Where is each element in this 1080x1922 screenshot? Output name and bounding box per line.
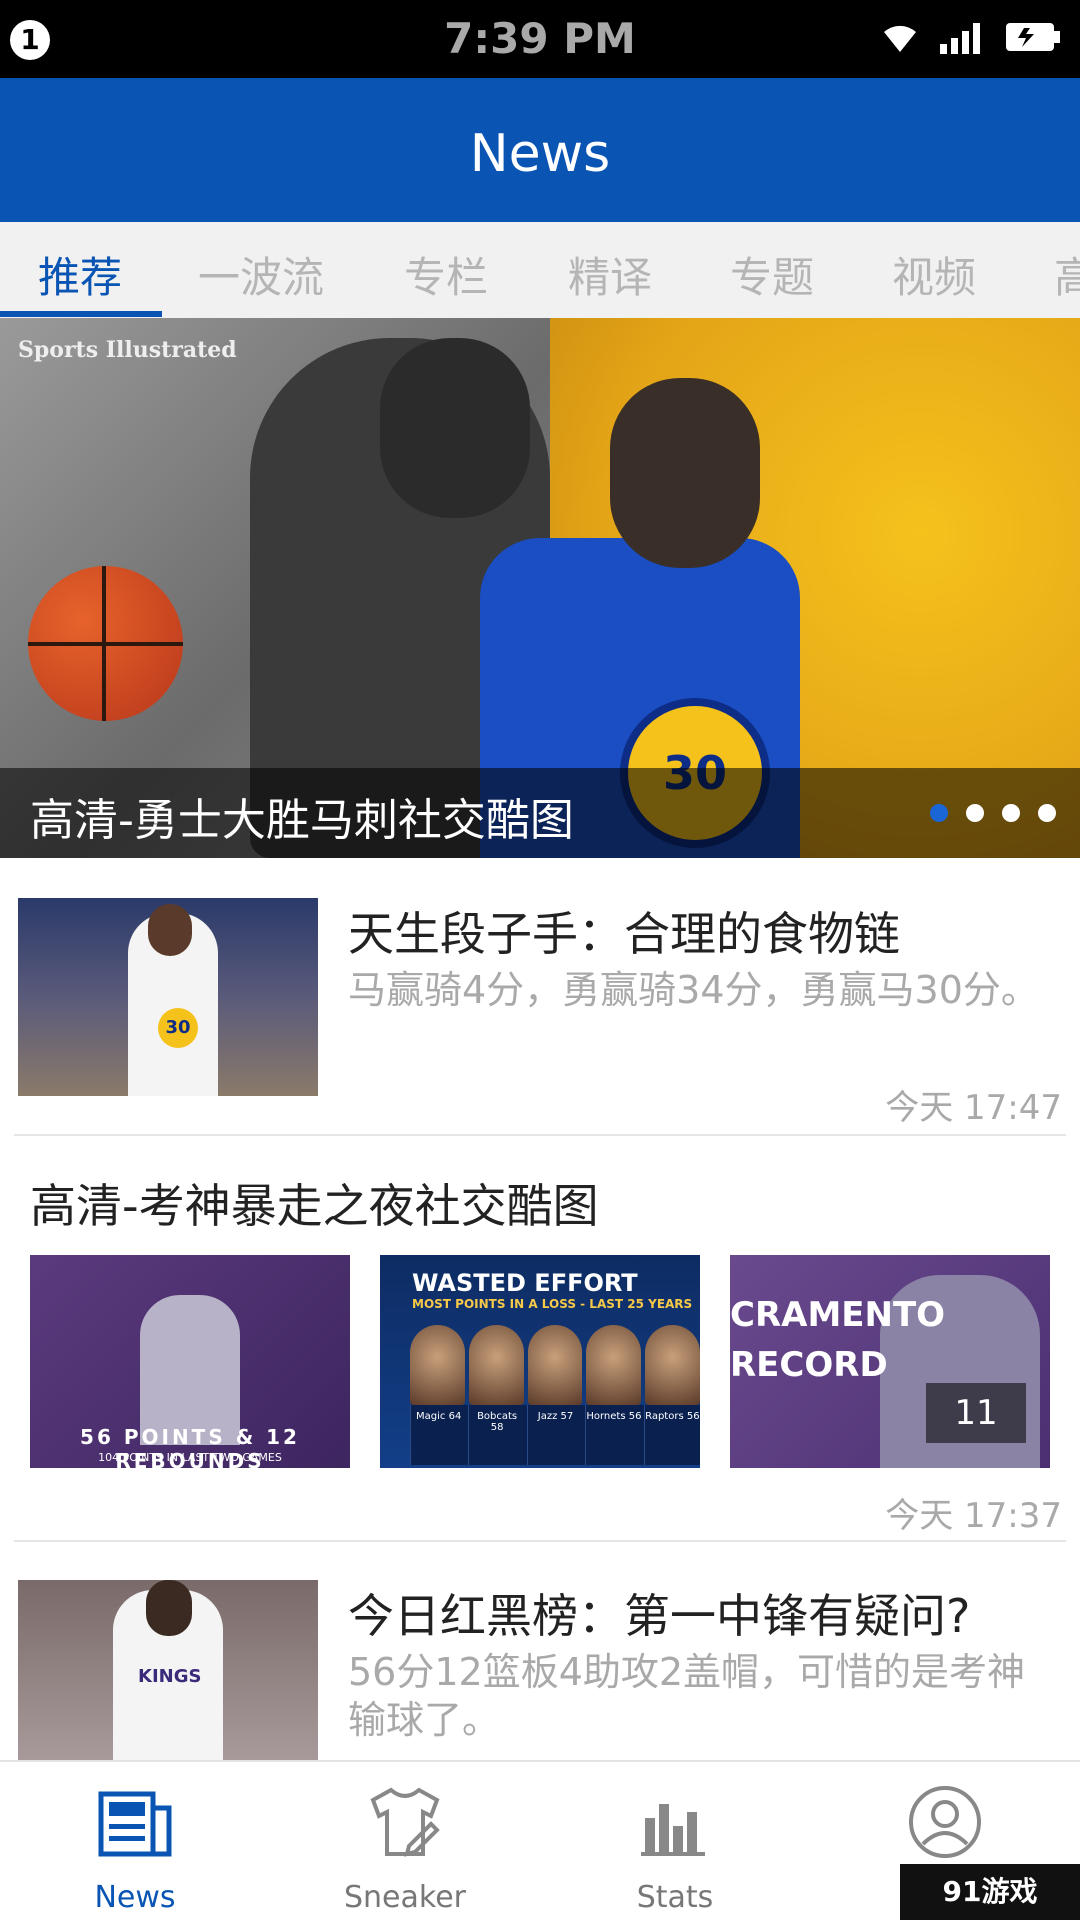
gallery-image[interactable]: WASTED EFFORT MOST POINTS IN A LOSS - LA… xyxy=(380,1255,700,1468)
team-logo: KINGS xyxy=(138,1666,202,1687)
gallery-time: 今天 17:37 xyxy=(885,1496,1062,1536)
tshirt-icon xyxy=(365,1782,445,1862)
bar-chart-icon xyxy=(635,1782,715,1862)
divider xyxy=(14,1540,1066,1542)
page-title: News xyxy=(469,124,611,184)
article-time: 今天 17:47 xyxy=(885,1088,1062,1128)
nav-stats[interactable]: Stats xyxy=(540,1762,810,1922)
nav-sneaker-label: Sneaker xyxy=(344,1880,466,1915)
wifi-icon xyxy=(880,20,920,58)
active-tab-indicator xyxy=(0,311,162,317)
carousel-dot[interactable] xyxy=(966,804,984,822)
gallery-image[interactable]: 56 POINTS & 12 REBOUNDS 104 POINTS IN LA… xyxy=(30,1255,350,1468)
nav-news[interactable]: News xyxy=(0,1762,270,1922)
tab-video[interactable]: 视频 xyxy=(892,244,976,305)
tab-recommended[interactable]: 推荐 xyxy=(38,244,122,305)
hero-carousel[interactable]: Sports Illustrated 30 高清-勇士大胜马刺社交酷图 xyxy=(0,318,1080,858)
user-icon xyxy=(905,1782,985,1862)
article-snippet: 56分12篮板4助攻2盖帽，可惜的是考神输球了。 xyxy=(348,1650,1026,1742)
carousel-dot[interactable] xyxy=(930,804,948,822)
carousel-dot[interactable] xyxy=(1038,804,1056,822)
battery-icon xyxy=(1004,20,1062,58)
gallery-title: 高清-考神暴走之夜社交酷图 xyxy=(30,1179,599,1233)
image-count-badge: 11 xyxy=(926,1383,1026,1443)
divider xyxy=(14,1134,1066,1136)
status-icons xyxy=(880,16,1062,62)
tab-more[interactable]: 高 xyxy=(1054,244,1080,305)
article-thumbnail: 30 xyxy=(18,898,318,1096)
article-headline: 今日红黑榜：第一中锋有疑问? xyxy=(348,1589,971,1643)
status-bar: 1 7:39 PM xyxy=(0,0,1080,78)
article-snippet: 马赢骑4分，勇赢骑34分，勇赢马30分。 xyxy=(348,968,1039,1012)
jersey-number: 30 xyxy=(158,1008,198,1048)
article-headline: 天生段子手：合理的食物链 xyxy=(348,907,900,961)
tab-translation[interactable]: 精译 xyxy=(568,244,652,305)
tab-topics[interactable]: 专题 xyxy=(730,244,814,305)
article-thumbnail: KINGS xyxy=(18,1580,318,1760)
watermark-logo: 91游戏 xyxy=(900,1864,1080,1920)
publisher-logo: Sports Illustrated xyxy=(18,337,237,363)
carousel-dot[interactable] xyxy=(1002,804,1020,822)
nav-sneaker[interactable]: Sneaker xyxy=(270,1762,540,1922)
tab-column[interactable]: 专栏 xyxy=(404,244,488,305)
nav-news-label: News xyxy=(94,1880,176,1915)
basketball-image xyxy=(28,566,183,721)
category-tabs: 推荐 一波流 专栏 精译 专题 视频 高 xyxy=(0,222,1080,319)
tab-yibo[interactable]: 一波流 xyxy=(198,244,324,305)
app-bar: News xyxy=(0,78,1080,222)
signal-icon xyxy=(938,20,986,58)
newspaper-icon xyxy=(95,1782,175,1862)
gallery-image[interactable]: CRAMENTO RECORD 11 xyxy=(730,1255,1050,1468)
nav-stats-label: Stats xyxy=(636,1880,714,1915)
hero-caption: 高清-勇士大胜马刺社交酷图 xyxy=(30,795,574,846)
carousel-indicators xyxy=(930,804,1056,822)
